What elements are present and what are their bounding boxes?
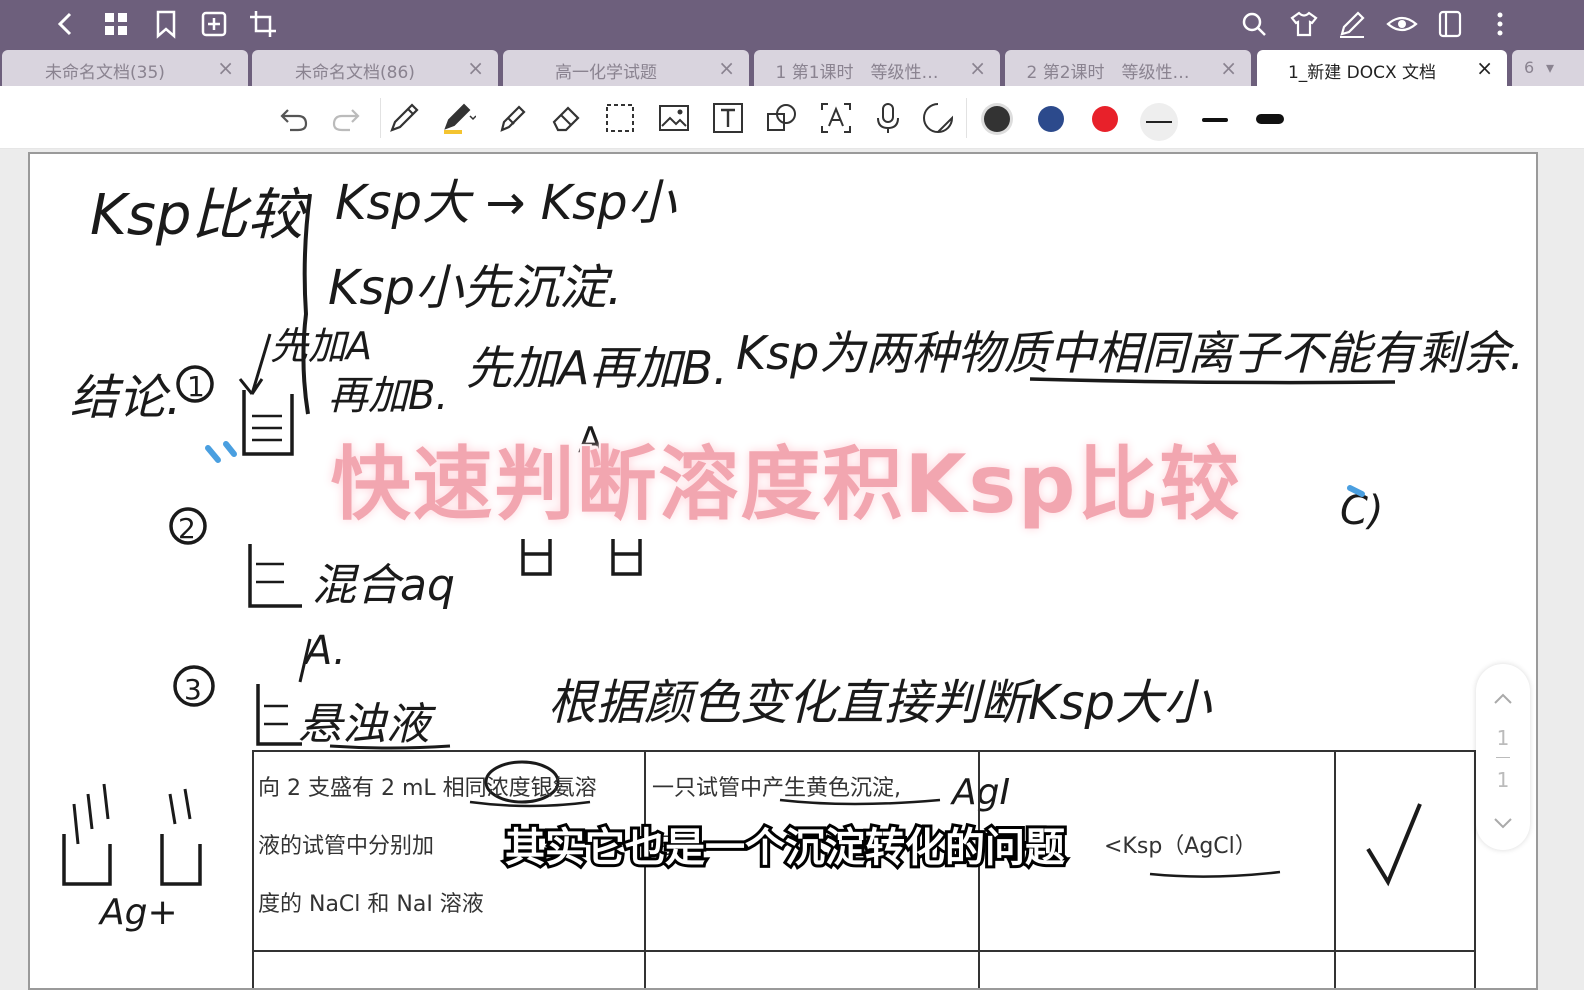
color-red-swatch[interactable] bbox=[1092, 106, 1118, 132]
chevron-up-icon[interactable] bbox=[1493, 690, 1513, 709]
divider bbox=[1496, 757, 1510, 758]
note-add-b: 再加B. bbox=[328, 373, 448, 419]
color-black-swatch[interactable] bbox=[984, 106, 1010, 132]
close-icon[interactable]: × bbox=[969, 56, 986, 80]
tab-label: 未命名文档(35) bbox=[45, 63, 165, 83]
table-cell-text: 向 2 支盛有 2 mL 相同浓度银氨溶 bbox=[258, 776, 597, 801]
highlighter-icon[interactable] bbox=[440, 100, 477, 136]
grid-icon[interactable] bbox=[100, 8, 132, 40]
eraser-icon[interactable] bbox=[548, 100, 584, 136]
svg-text:1: 1 bbox=[187, 370, 205, 403]
thin-stroke-option[interactable] bbox=[1140, 103, 1178, 141]
tab-6-active[interactable]: 1_新建 DOCX 文档 × bbox=[1257, 50, 1507, 86]
divider bbox=[966, 98, 967, 138]
chevron-down-icon: ▾ bbox=[1546, 58, 1555, 77]
tab-count-dropdown[interactable]: 6 ▾ bbox=[1512, 50, 1584, 86]
svg-text:3: 3 bbox=[184, 673, 202, 706]
eye-icon[interactable] bbox=[1386, 8, 1418, 40]
medium-stroke-option[interactable] bbox=[1202, 118, 1228, 122]
tab-3[interactable]: 高一化学试题 × bbox=[503, 50, 749, 86]
table-cell-text: 一只试管中产生黄色沉淀, bbox=[652, 776, 901, 801]
note-ksp-rule: Ksp为两种物质中相同离子不能有剩余. bbox=[736, 326, 1524, 380]
bookmark-icon[interactable] bbox=[150, 8, 182, 40]
close-icon[interactable]: × bbox=[718, 56, 735, 80]
pen-icon[interactable] bbox=[386, 100, 422, 136]
tab-label: 2 第2课时 等级性… bbox=[1026, 63, 1190, 83]
video-title-overlay: 快速判断溶度积Ksp比较 bbox=[329, 436, 1242, 533]
divider bbox=[380, 98, 381, 138]
svg-text:2: 2 bbox=[178, 512, 196, 545]
note-ag-plus: Ag+ bbox=[98, 892, 178, 933]
drawing-toolbar bbox=[0, 86, 1584, 149]
tab-1[interactable]: 未命名文档(35) × bbox=[2, 50, 248, 86]
search-icon[interactable] bbox=[1238, 8, 1270, 40]
note-conclusion: 结论. bbox=[70, 370, 181, 426]
table-cell-text: 液的试管中分别加 bbox=[258, 834, 435, 859]
color-blue-swatch[interactable] bbox=[1038, 106, 1064, 132]
shirt-icon[interactable] bbox=[1288, 8, 1320, 40]
image-icon[interactable] bbox=[656, 100, 692, 136]
chevron-down-icon[interactable] bbox=[1493, 816, 1513, 835]
tab-bar: 未命名文档(35) × 未命名文档(86) × 高一化学试题 × 1 第1课时 等级性… bbox=[0, 48, 1584, 86]
tab-label: 高一化学试题 bbox=[555, 63, 657, 83]
sticker-icon[interactable] bbox=[920, 100, 956, 136]
close-icon[interactable]: × bbox=[467, 56, 484, 80]
crop-icon[interactable] bbox=[247, 8, 279, 40]
tab-label: 1 第1课时 等级性… bbox=[775, 63, 939, 83]
marker-icon[interactable] bbox=[494, 100, 530, 136]
add-page-icon[interactable] bbox=[198, 8, 230, 40]
more-icon[interactable] bbox=[1484, 8, 1516, 40]
close-icon[interactable]: × bbox=[217, 56, 234, 80]
tab-2[interactable]: 未命名文档(86) × bbox=[252, 50, 498, 86]
note-mixed-aq: 混合aq bbox=[312, 560, 455, 611]
note-ksp-big-small: Ksp大 → Ksp小 bbox=[335, 175, 677, 231]
page-navigator: 1 1 bbox=[1476, 664, 1530, 850]
layout-icon[interactable] bbox=[1434, 8, 1466, 40]
note-ksp-compare: Ksp比较 bbox=[90, 183, 310, 248]
thick-stroke-option[interactable] bbox=[1256, 114, 1284, 124]
note-add-a: 先加A bbox=[270, 324, 372, 368]
text-icon[interactable] bbox=[710, 100, 746, 136]
lasso-select-icon[interactable] bbox=[602, 100, 638, 136]
note-suspension: 悬浊液 bbox=[298, 699, 437, 750]
microphone-icon[interactable] bbox=[870, 100, 906, 136]
current-page: 1 bbox=[1496, 726, 1510, 750]
close-icon[interactable]: × bbox=[1220, 56, 1237, 80]
table-cell-text: 度的 NaCl 和 NaI 溶液 bbox=[258, 892, 484, 917]
tab-label: 1_新建 DOCX 文档 bbox=[1287, 63, 1437, 83]
ocr-text-icon[interactable] bbox=[818, 100, 854, 136]
tab-4[interactable]: 1 第1课时 等级性… × bbox=[754, 50, 1000, 86]
shapes-icon[interactable] bbox=[764, 100, 800, 136]
close-icon[interactable]: × bbox=[1476, 56, 1493, 80]
tab-count: 6 bbox=[1524, 58, 1535, 77]
top-bar bbox=[0, 0, 1584, 48]
note-ksp-small-first: Ksp小先沉淀. bbox=[328, 260, 622, 316]
note-color-judge: 根据颜色变化直接判断Ksp大小 bbox=[548, 675, 1212, 731]
tab-label: 未命名文档(86) bbox=[295, 63, 415, 83]
back-icon[interactable] bbox=[50, 8, 82, 40]
redo-icon[interactable] bbox=[328, 100, 364, 136]
total-pages: 1 bbox=[1496, 768, 1510, 792]
video-subtitle: 其实它也是一个沉淀转化的问题 bbox=[502, 822, 1068, 874]
note-add-a-then-b: 先加A再加B. bbox=[466, 341, 728, 395]
tab-5[interactable]: 2 第2课时 等级性… × bbox=[1005, 50, 1251, 86]
undo-icon[interactable] bbox=[276, 100, 312, 136]
pen-edit-icon[interactable] bbox=[1336, 8, 1368, 40]
